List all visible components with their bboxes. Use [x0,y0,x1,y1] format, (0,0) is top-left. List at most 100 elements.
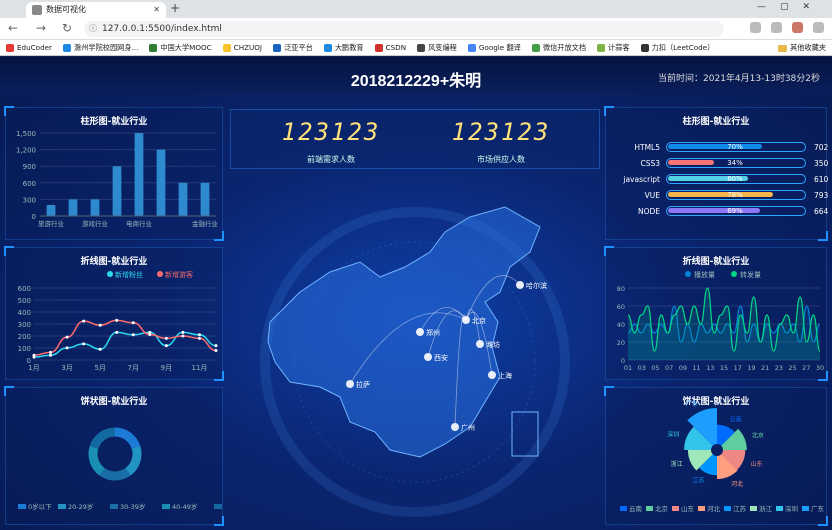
slice-label: 云南 [730,415,742,423]
hbar-label: HTML5 [634,143,660,152]
bookmark-item[interactable]: CHZUOJ [222,43,263,52]
hbar-fill: 60% [668,175,749,183]
bookmark-item[interactable]: EduCoder [6,43,52,52]
bookmark-item[interactable]: Google 翻译 [467,43,521,53]
line-chart: 0100200300400500600新增粉丝 新增游客1月 3月 5月 7月 9月 11月 [18,270,218,372]
bar [46,204,56,216]
hbar-fill: 69% [668,207,761,215]
data-point [82,319,86,323]
x-tick-label: 01 [624,364,632,372]
supply-number: 123123 [451,118,551,146]
bookmark-label: CHZUOJ [233,43,263,52]
profile-icon[interactable] [792,22,803,33]
menu-icon[interactable] [813,22,824,33]
data-point [181,334,185,338]
bookmark-item[interactable]: 中国大学MOOC [149,43,212,53]
window-controls[interactable]: —▢✕ [757,2,824,12]
hbar-track: 69% [666,206,806,216]
x-tick-label: 07 [665,364,673,372]
info-icon: ⓘ [89,24,97,33]
bookmark-icon [417,43,426,52]
legend-marker [731,271,737,277]
y-tick-label: 300 [18,321,31,329]
bar [68,199,78,216]
x-tick-label: 09 [679,364,687,372]
y-tick-label: 400 [18,309,31,317]
hbar-chart-panel: 柱形图-就业行业 HTML5 70% 702 CSS3 34% 350 javascript… [604,106,829,241]
legend-marker [672,506,679,511]
x-tick-label: 25 [788,364,796,372]
y-tick-label: 60 [617,303,625,311]
hbar-label: NODE [637,207,660,216]
x-tick-label: 金融行业 [192,219,219,228]
bookmark-icon [6,43,14,52]
browser-tab[interactable]: 数据可视化 ✕ [26,2,166,18]
x-tick-label: 5月 [94,364,105,372]
rose-chart: 云南北京山东河北江苏浙江深圳广东云南 北京 山东 河北 江苏 浙江 深圳 广东 [620,400,825,513]
hbar-value: 350 [814,159,829,168]
hbar-row: VUE 78% 793 [616,190,828,201]
bookmark-item[interactable]: CSDN [374,43,407,52]
x-tick-label: 7月 [128,364,139,372]
demand-label: 前端需求人数 [307,155,355,164]
back-icon[interactable]: ← [8,21,18,35]
data-point [148,332,152,336]
extension-icon[interactable] [750,22,761,33]
close-icon[interactable]: ✕ [153,2,160,18]
legend-label: 江苏 [733,504,747,513]
slice-label: 江苏 [692,477,704,485]
data-point [181,330,185,334]
reload-icon[interactable]: ↻ [62,21,72,35]
legend-marker [750,506,757,511]
bookmark-item[interactable]: 计蒜客 [597,43,630,53]
slice-label: 广东 [686,400,698,408]
data-point [98,347,102,351]
bookmark-label: 滁州学院校园网身... [74,42,139,52]
legend-marker [110,504,118,509]
bookmark-icon [273,43,282,52]
new-tab-icon[interactable]: + [170,1,180,15]
city-label: 哈尔滨 [526,281,547,290]
legend-label: 播放量 [694,270,715,279]
legend-label: 浙江 [759,504,773,513]
folder-icon [778,44,788,52]
panel-title: 柱形图-就业行业 [682,117,750,127]
other-bookmarks[interactable]: 其他收藏夹 [778,43,826,53]
city-label: 郑州 [426,329,440,337]
bookmark-item[interactable]: 泛亚平台 [273,43,313,53]
x-tick-label: 27 [802,364,810,372]
legend-label: 30-39岁 [120,502,145,511]
browser-tab-strip: 数据可视化 ✕ + —▢✕ [0,0,832,18]
china-outline [267,206,541,458]
bookmark-icon [467,43,476,52]
favorites-icon[interactable] [771,22,782,33]
hbar-value: 793 [814,191,829,200]
line2-chart-panel: 折线图-就业行业 0 20 40 60 80 播放量 转发量 01 03 05 07 09 11 13 15… [604,246,828,381]
legend-marker [646,506,653,511]
hbar-track: 60% [666,174,806,184]
donut-slice [89,427,116,449]
forward-icon[interactable]: → [36,21,46,35]
legend-marker [776,506,783,511]
x-tick-label: 旅游行业 [38,219,65,228]
slice-label: 河北 [731,480,743,488]
bookmark-item[interactable]: 微信开放文档 [531,43,586,53]
legend-marker [802,506,809,511]
bookmarks-bar: EduCoder 滁州学院校园网身... 中国大学MOOC CHZUOJ 泛亚平台 大鹏教… [0,40,832,56]
legend-marker [685,271,691,277]
y-tick-label: 1,500 [16,130,36,138]
city-label: 西安 [434,353,448,362]
bookmark-label: CSDN [385,43,407,52]
address-bar[interactable]: ⓘ 127.0.0.1:5500/index.html [84,21,724,37]
bookmark-item[interactable]: 风变编程 [417,43,457,53]
hbar-value: 702 [814,143,829,152]
x-tick-label: 3月 [61,364,72,372]
rose-chart-panel: 饼状图-就业行业 云南 北京 山东 河北 江苏 浙江 深圳 广东 云南 北京 山东 河北 江苏 浙江 深圳广… [604,386,828,526]
bookmark-item[interactable]: 滁州学院校园网身... [63,43,138,53]
bookmark-item[interactable]: 力扣（LeetCode） [640,43,714,53]
bookmark-icon [597,43,606,52]
x-tick-label: 23 [775,364,783,372]
legend-marker [157,271,163,277]
bookmark-item[interactable]: 大鹏教育 [323,42,364,53]
bookmark-label: 大鹏教育 [334,42,364,52]
